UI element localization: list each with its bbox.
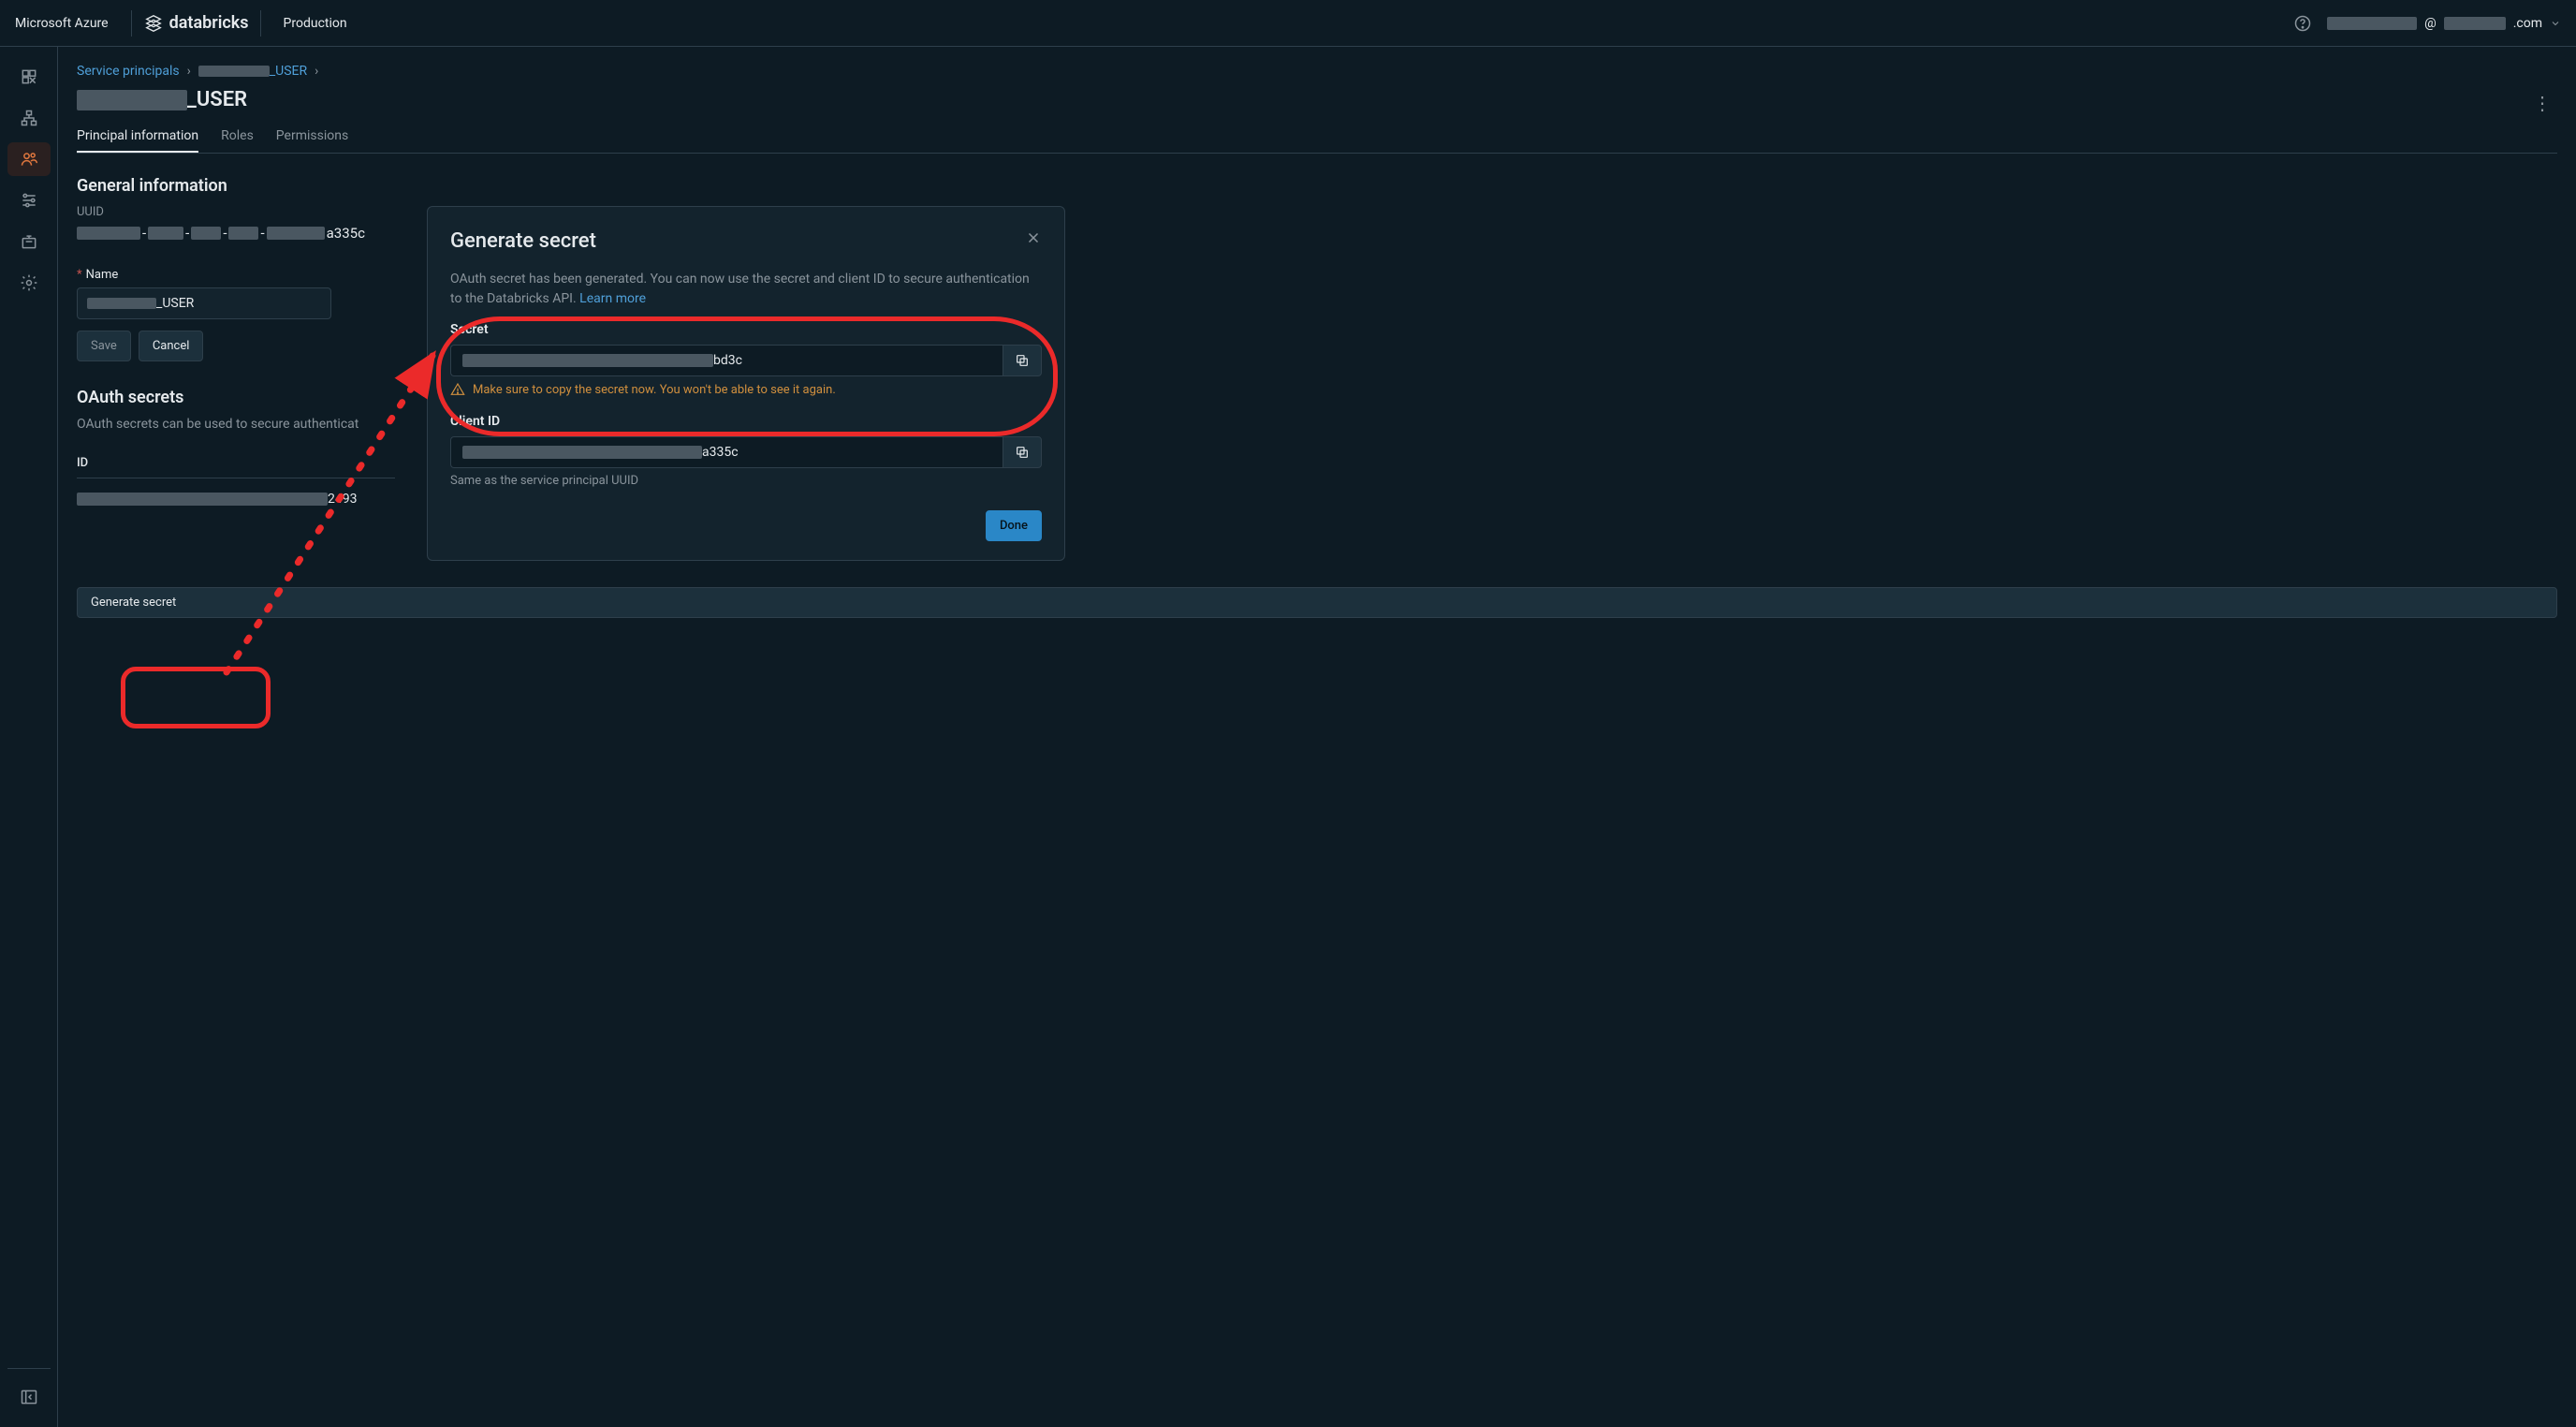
redacted-text (267, 227, 325, 240)
redacted-text (148, 227, 183, 240)
help-icon[interactable] (2293, 14, 2312, 33)
copy-secret-button[interactable] (1003, 345, 1042, 376)
client-id-value[interactable]: a335c (450, 436, 1003, 468)
redacted-text (2444, 17, 2506, 30)
secret-label: Secret (450, 322, 1042, 337)
learn-more-link[interactable]: Learn more (579, 291, 646, 306)
redacted-text (198, 66, 270, 77)
user-menu[interactable]: @ .com (2327, 16, 2561, 31)
environment-label: Production (284, 16, 347, 31)
email-at: @ (2424, 16, 2437, 31)
redacted-text (462, 354, 713, 367)
brand-azure: Microsoft Azure (15, 16, 109, 31)
sidebar (0, 47, 58, 1427)
top-header: Microsoft Azure databricks Production @ … (0, 0, 2576, 47)
secret-field: bd3c (450, 345, 1042, 376)
redacted-text (228, 227, 258, 240)
redacted-text (77, 493, 328, 506)
chevron-right-icon: › (315, 64, 318, 79)
redacted-text (87, 298, 156, 309)
modal-description: OAuth secret has been generated. You can… (450, 270, 1042, 309)
warning-icon (450, 382, 465, 397)
sidebar-item-settings[interactable] (7, 266, 51, 300)
name-input[interactable]: _USER (77, 287, 331, 319)
redacted-text (2327, 17, 2417, 30)
oauth-secrets-table: ID 2493 (77, 449, 395, 520)
divider (7, 1368, 51, 1369)
divider (131, 10, 132, 37)
page-title: _USER (77, 88, 247, 111)
secret-warning: Make sure to copy the secret now. You wo… (450, 382, 1042, 397)
general-heading: General information (77, 176, 2557, 196)
generate-secret-modal: Generate secret OAuth secret has been ge… (427, 206, 1065, 561)
sidebar-item-config[interactable] (7, 184, 51, 217)
copy-client-id-button[interactable] (1003, 436, 1042, 468)
done-button[interactable]: Done (986, 510, 1042, 541)
redacted-text (77, 227, 140, 240)
kebab-menu-icon[interactable]: ⋮ (2529, 88, 2557, 118)
tab-principal-information[interactable]: Principal information (77, 121, 198, 153)
annotation-highlight (121, 667, 271, 728)
sidebar-item-previews[interactable] (7, 225, 51, 258)
cancel-button[interactable]: Cancel (139, 331, 204, 361)
chevron-down-icon (2550, 18, 2561, 29)
secret-id-tail: 2493 (328, 492, 357, 507)
redacted-text (77, 90, 187, 110)
client-id-hint: Same as the service principal UUID (450, 474, 1042, 488)
secret-value[interactable]: bd3c (450, 345, 1003, 376)
modal-title: Generate secret (450, 229, 596, 253)
client-id-field: a335c (450, 436, 1042, 468)
breadcrumb-root[interactable]: Service principals (77, 64, 180, 79)
sidebar-item-collapse[interactable] (7, 1380, 51, 1414)
brand-databricks-text: databricks (169, 13, 249, 33)
sidebar-item-workspaces[interactable] (7, 60, 51, 94)
generate-secret-button[interactable]: Generate secret (77, 587, 2557, 618)
col-id: ID (77, 449, 395, 478)
client-id-label: Client ID (450, 414, 1042, 429)
copy-icon (1015, 445, 1030, 460)
tab-roles[interactable]: Roles (221, 121, 254, 153)
databricks-logo-icon (143, 13, 164, 34)
main-content: Service principals › _USER › _USER ⋮ Pri… (58, 47, 2576, 1427)
brand-databricks: databricks (143, 13, 249, 34)
sidebar-item-structure[interactable] (7, 101, 51, 135)
tabs: Principal information Roles Permissions (77, 121, 2557, 154)
chevron-right-icon: › (187, 64, 191, 79)
close-icon[interactable] (1025, 229, 1042, 246)
table-row: 2493 (77, 478, 395, 521)
breadcrumb: Service principals › _USER › (77, 64, 2557, 79)
save-button[interactable]: Save (77, 331, 131, 361)
email-domain-tail: .com (2513, 16, 2542, 31)
redacted-text (191, 227, 221, 240)
divider (260, 10, 261, 37)
breadcrumb-current[interactable]: _USER (198, 64, 307, 79)
tab-permissions[interactable]: Permissions (276, 121, 348, 153)
sidebar-item-users[interactable] (7, 142, 51, 176)
copy-icon (1015, 353, 1030, 368)
required-star-icon: * (77, 268, 82, 282)
redacted-text (462, 446, 702, 459)
